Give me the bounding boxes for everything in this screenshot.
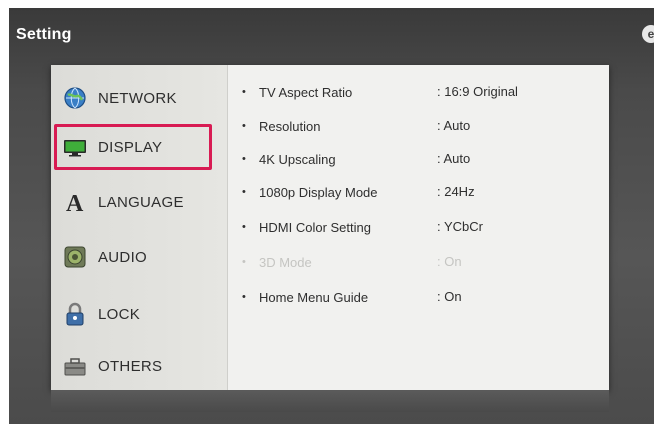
monitor-icon — [64, 140, 86, 157]
page-title: Setting — [16, 26, 72, 43]
toolbox-icon — [64, 358, 86, 376]
menu-item-label: OTHERS — [98, 357, 163, 375]
setting-name: TV Aspect Ratio — [259, 85, 353, 100]
setting-value: : On — [437, 289, 462, 304]
bullet-icon: • — [242, 186, 246, 198]
setting-row-resolution[interactable]: • Resolution : Auto — [237, 116, 609, 142]
settings-panel: NETWORK DISPLAY A LANGUAGE AUDIO LOCK OT… — [51, 65, 609, 390]
menu-item-network[interactable]: NETWORK — [51, 73, 227, 123]
bullet-icon: • — [242, 86, 246, 98]
setting-name: HDMI Color Setting — [259, 220, 371, 235]
setting-row-4k-upscaling[interactable]: • 4K Upscaling : Auto — [237, 149, 609, 175]
letter-a-icon: A — [66, 191, 84, 214]
menu-item-label: DISPLAY — [98, 138, 163, 156]
setting-name: Home Menu Guide — [259, 290, 369, 305]
bullet-icon: • — [242, 256, 246, 268]
tv-screen: Setting e NETWORK DISPLAY A LANGUAGE AUD… — [9, 8, 654, 424]
menu-item-display[interactable]: DISPLAY — [51, 122, 227, 172]
bullet-icon: • — [242, 153, 246, 165]
speaker-icon — [64, 246, 86, 268]
setting-row-hdmi-color-setting[interactable]: • HDMI Color Setting : YCbCr — [237, 217, 609, 243]
menu-item-label: LANGUAGE — [98, 193, 184, 211]
setting-row-home-menu-guide[interactable]: • Home Menu Guide : On — [237, 287, 609, 313]
settings-menu: NETWORK DISPLAY A LANGUAGE AUDIO LOCK OT… — [51, 65, 228, 390]
menu-item-label: LOCK — [98, 305, 141, 323]
exit-icon[interactable]: e — [642, 25, 654, 43]
setting-name: 4K Upscaling — [259, 152, 336, 167]
setting-row-1080p-display-mode[interactable]: • 1080p Display Mode : 24Hz — [237, 182, 609, 208]
setting-value: : Auto — [437, 118, 471, 133]
menu-item-audio[interactable]: AUDIO — [51, 232, 227, 282]
padlock-icon — [66, 302, 84, 326]
bullet-icon: • — [242, 221, 246, 233]
bottom-bar — [51, 390, 609, 412]
menu-item-label: AUDIO — [98, 248, 148, 266]
setting-name: Resolution — [259, 119, 321, 134]
setting-value: : 24Hz — [437, 184, 475, 199]
setting-value: : YCbCr — [437, 219, 483, 234]
setting-row-3d-mode: • 3D Mode : On — [237, 252, 609, 278]
svg-text:A: A — [66, 191, 84, 214]
setting-row-tv-aspect-ratio[interactable]: • TV Aspect Ratio : 16:9 Original — [237, 82, 609, 108]
settings-list: • TV Aspect Ratio : 16:9 Original • Reso… — [237, 65, 609, 390]
setting-name: 1080p Display Mode — [259, 185, 378, 200]
setting-value: : 16:9 Original — [437, 84, 518, 99]
globe-icon — [64, 87, 86, 109]
menu-item-others[interactable]: OTHERS — [51, 341, 227, 391]
setting-name: 3D Mode — [259, 255, 312, 270]
bullet-icon: • — [242, 120, 246, 132]
setting-value: : Auto — [437, 151, 471, 166]
menu-item-language[interactable]: A LANGUAGE — [51, 177, 227, 227]
menu-item-lock[interactable]: LOCK — [51, 289, 227, 339]
bullet-icon: • — [242, 291, 246, 303]
menu-item-label: NETWORK — [98, 89, 177, 107]
setting-value: : On — [437, 254, 462, 269]
